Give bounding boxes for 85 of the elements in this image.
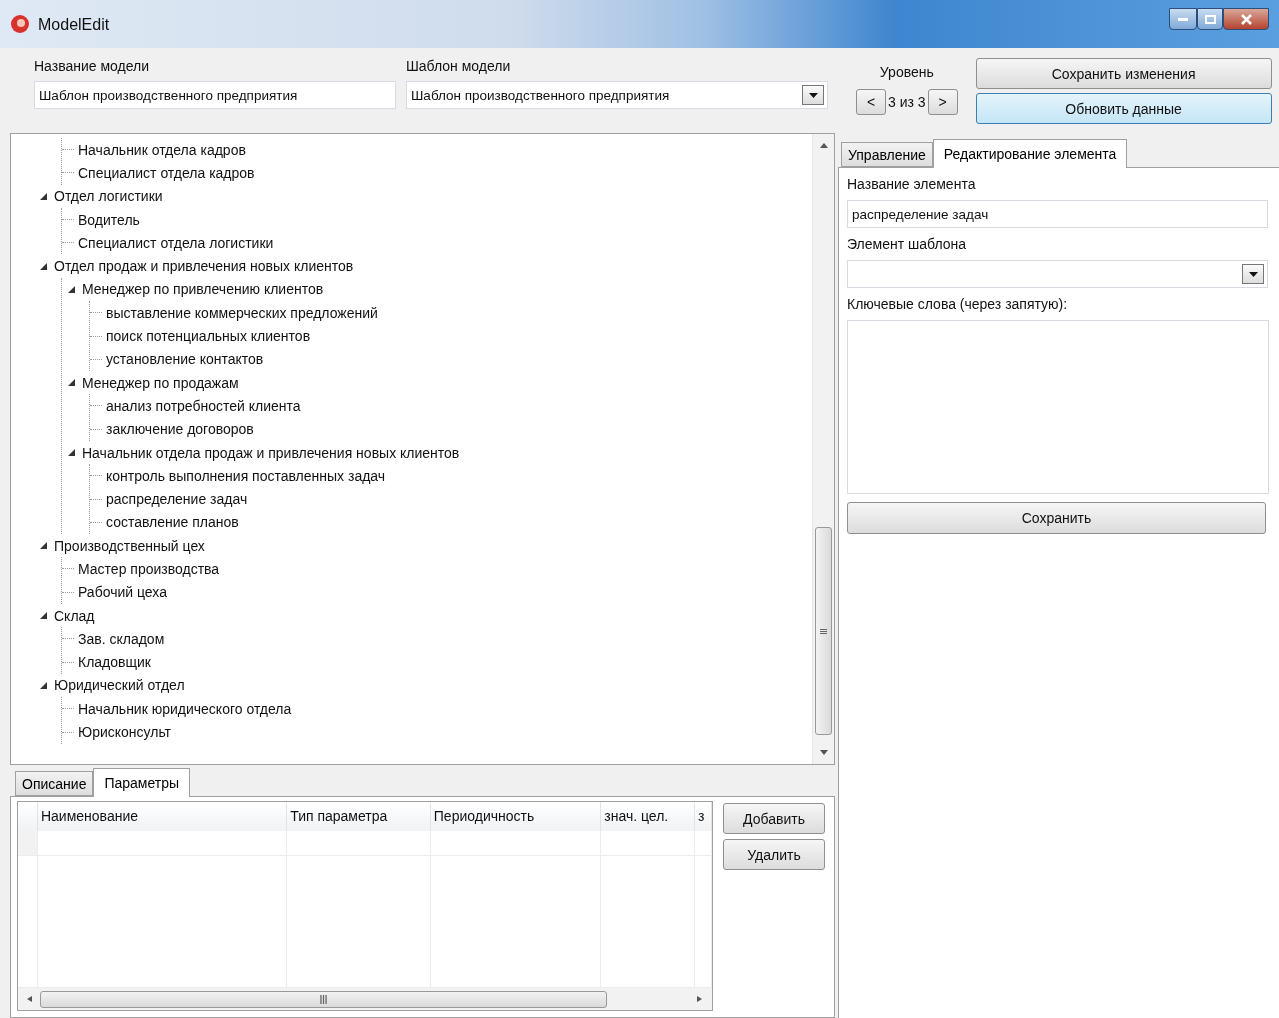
app-logo-icon — [10, 14, 30, 34]
model-template-label: Шаблон модели — [406, 58, 512, 74]
level-reading: 3 из 3 — [888, 94, 926, 110]
tab[interactable]: Описание — [15, 771, 94, 796]
close-button[interactable] — [1223, 8, 1269, 30]
template-element-label: Элемент шаблона — [847, 236, 968, 252]
tab[interactable]: Параметры — [93, 768, 191, 797]
level-label: Уровень — [879, 64, 934, 80]
collapse-triangle-icon[interactable] — [67, 284, 76, 294]
tree-item[interactable]: составление планов — [106, 514, 239, 531]
next-level-button[interactable]: > — [927, 89, 958, 115]
dropdown-arrow-icon — [808, 92, 818, 98]
vertical-scrollbar[interactable] — [812, 134, 834, 764]
collapse-triangle-icon[interactable] — [39, 541, 48, 551]
table-cell[interactable] — [695, 831, 712, 856]
maximize-button[interactable] — [1197, 8, 1223, 30]
dropdown-arrow-icon — [1248, 271, 1258, 277]
collapse-triangle-icon[interactable] — [39, 191, 48, 201]
tree-item[interactable]: выставление коммерческих предложений — [106, 304, 378, 321]
tree-item[interactable]: Начальник отдела продаж и привлечения новых клиентов — [82, 444, 460, 461]
grid-corner — [18, 802, 38, 831]
action-button[interactable]: Обновить данные — [975, 93, 1272, 124]
maximize-icon — [1204, 14, 1216, 24]
tree-item[interactable]: Менеджер по привлечению клиентов — [82, 281, 324, 298]
scroll-arrow-icon[interactable] — [696, 996, 704, 1002]
element-name-field[interactable]: распределение задач — [847, 200, 1268, 228]
grip-icon — [319, 994, 328, 1004]
tree-item[interactable]: Кладовщик — [78, 654, 151, 671]
collapse-triangle-icon[interactable] — [39, 680, 48, 690]
scroll-arrow-icon[interactable] — [26, 996, 34, 1002]
tree-item[interactable]: Мастер производства — [78, 561, 220, 577]
tree-item[interactable]: Начальник отдела кадров — [78, 141, 246, 158]
horizontal-scrollbar[interactable] — [18, 988, 712, 1010]
tree-item[interactable]: Юрисконсульт — [78, 724, 172, 741]
action-button[interactable]: Сохранить изменения — [975, 58, 1272, 89]
minimize-icon — [1178, 17, 1188, 21]
grip-icon — [820, 627, 827, 635]
scroll-arrow-icon[interactable] — [819, 142, 828, 148]
table-cell[interactable] — [37, 831, 288, 856]
tree-item[interactable]: Отдел логистики — [54, 188, 163, 205]
table-button[interactable]: Добавить — [723, 803, 825, 834]
close-icon — [1240, 13, 1252, 25]
keywords-label: Ключевые слова (через запятую): — [847, 296, 1069, 312]
tab[interactable]: Редактирование элемента — [932, 139, 1128, 168]
column-header[interactable]: Периодичность — [430, 802, 602, 831]
collapse-triangle-icon[interactable] — [67, 448, 76, 457]
model-name-label: Название модели — [34, 58, 151, 74]
scroll-arrow-icon[interactable] — [819, 750, 828, 756]
tree-item[interactable]: заключение договоров — [106, 421, 254, 438]
tree-item[interactable]: Специалист отдела кадров — [78, 164, 255, 181]
model-name-field[interactable]: Шаблон производственного предприятия — [34, 81, 396, 109]
table-button[interactable]: Удалить — [723, 839, 825, 870]
window-title: ModelEdit — [38, 16, 110, 34]
column-header[interactable]: Тип параметра — [287, 802, 431, 831]
collapse-triangle-icon[interactable] — [67, 378, 76, 388]
tree-item[interactable]: Водитель — [78, 211, 140, 228]
tree-item[interactable]: Рабочий цеха — [78, 584, 167, 601]
tree-item[interactable]: установление контактов — [106, 351, 264, 368]
column-header[interactable]: знач. цел. — [601, 802, 695, 831]
tree-item[interactable]: анализ потребностей клиента — [106, 397, 301, 414]
table-cell[interactable] — [430, 831, 602, 856]
tree-item[interactable]: поиск потенциальных клиентов — [106, 328, 311, 344]
table-cell[interactable] — [287, 831, 431, 856]
column-header[interactable]: з — [695, 802, 712, 831]
previous-level-button[interactable]: < — [856, 89, 886, 115]
tree-item[interactable]: контроль выполнения поставленных задач — [106, 467, 386, 484]
element-name-label: Название элемента — [847, 176, 977, 192]
tree-item[interactable]: Отдел продаж и привлечения новых клиентов — [54, 258, 354, 275]
tree-item[interactable]: Начальник юридического отдела — [78, 700, 292, 717]
tree-item[interactable]: Производственный цех — [54, 537, 205, 554]
column-header[interactable]: Наименование — [37, 802, 288, 831]
tree-item[interactable]: Специалист отдела логистики — [78, 234, 274, 251]
tree-item[interactable]: распределение задач — [106, 491, 248, 508]
model-template-dropdown[interactable]: Шаблон производственного предприятия — [406, 81, 828, 109]
minimize-button[interactable] — [1169, 8, 1197, 30]
tree-item[interactable]: Зав. складом — [78, 630, 165, 647]
tree-item[interactable]: Склад — [54, 607, 95, 624]
tree-item[interactable]: Менеджер по продажам — [82, 374, 239, 391]
collapse-triangle-icon[interactable] — [39, 261, 48, 271]
save-button[interactable]: Сохранить — [847, 502, 1266, 534]
collapse-triangle-icon[interactable] — [39, 611, 48, 621]
table-cell[interactable] — [601, 831, 696, 856]
tree-item[interactable]: Юридический отдел — [54, 677, 185, 694]
keywords-field[interactable] — [847, 320, 1269, 494]
tab[interactable]: Управление — [841, 142, 933, 167]
